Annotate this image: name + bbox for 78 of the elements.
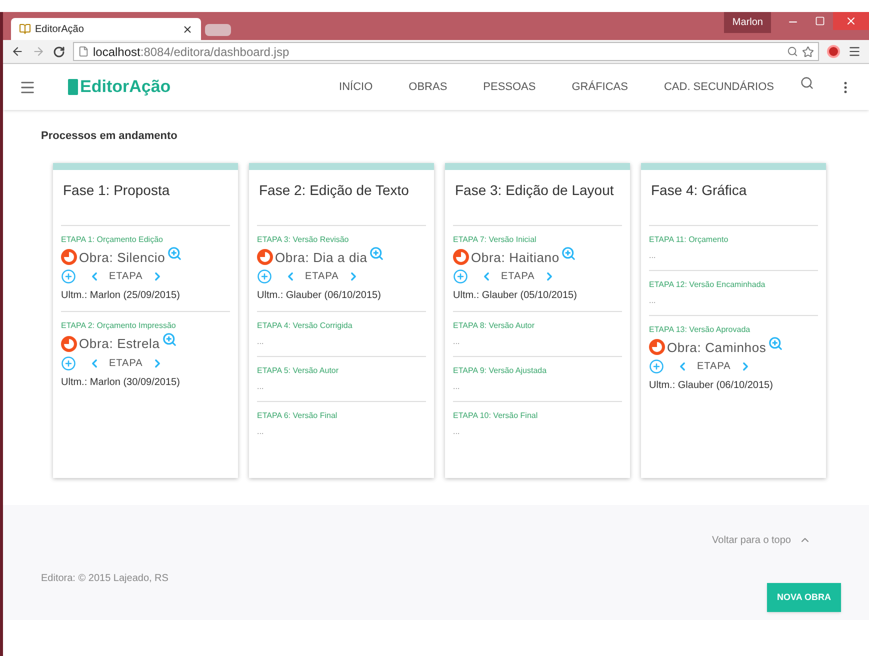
etapa-nav-label: ETAPA: [305, 270, 339, 284]
add-icon[interactable]: [257, 269, 272, 284]
last-update: Ultm.: Marlon (30/09/2015): [61, 376, 181, 390]
profile-user[interactable]: Marlon: [724, 12, 771, 33]
progress-clock-icon: [257, 249, 273, 266]
last-update: Ultm.: Glauber (06/10/2015): [649, 379, 774, 393]
nav-link[interactable]: OBRAS: [408, 78, 448, 96]
copyright: Editora: © 2015 Lajeado, RS: [41, 572, 168, 586]
nav-link[interactable]: INÍCIO: [339, 78, 373, 96]
phase-title: Fase 4: Gráfica: [649, 170, 818, 226]
add-icon[interactable]: [649, 359, 664, 374]
empty-note: ...: [453, 426, 461, 438]
obra-name: Obra: Silencio: [79, 248, 166, 266]
etapa-nav-label: ETAPA: [697, 360, 731, 374]
phase-title: Fase 1: Proposta: [61, 170, 230, 226]
zoom-in-icon[interactable]: [167, 246, 182, 261]
forward-icon[interactable]: [32, 45, 45, 58]
address-bar[interactable]: localhost:8084/editora/dashboard.jsp: [73, 42, 819, 61]
close-window-button[interactable]: [833, 12, 869, 30]
etapa-label: ETAPA 2: Orçamento Impressão: [61, 320, 177, 332]
zoom-in-icon[interactable]: [561, 246, 576, 261]
zoom-in-icon[interactable]: [369, 246, 384, 261]
phase-title: Fase 2: Edição de Texto: [257, 170, 426, 226]
etapa-label: ETAPA 7: Versão Inicial: [453, 234, 538, 246]
empty-note: ...: [257, 381, 265, 393]
etapa-nav-label: ETAPA: [109, 270, 143, 284]
progress-clock-icon: [61, 336, 77, 352]
empty-note: ...: [453, 336, 461, 348]
etapa-label: ETAPA 12: Versão Encaminhada: [649, 278, 766, 290]
etapa-nav-label: ETAPA: [109, 356, 143, 370]
section-title: Processos em andamento: [41, 129, 178, 144]
nav-link[interactable]: PESSOAS: [483, 78, 536, 96]
back-icon[interactable]: [11, 45, 24, 58]
nav-link[interactable]: GRÁFICAS: [572, 78, 628, 96]
obra-name: Obra: Haitiano: [471, 248, 560, 266]
etapa-label: ETAPA 3: Versão Revisão: [257, 234, 350, 246]
zoom-in-icon[interactable]: [768, 336, 784, 351]
obra-name: Obra: Caminhos: [667, 338, 766, 356]
last-update: Ultm.: Marlon (25/09/2015): [61, 289, 181, 303]
last-update: Ultm.: Glauber (06/10/2015): [257, 289, 382, 303]
empty-note: ...: [257, 426, 265, 438]
add-icon[interactable]: [453, 269, 468, 284]
obra-name: Obra: Estrela: [79, 335, 160, 353]
empty-note: ...: [649, 250, 657, 262]
etapa-label: ETAPA 13: Versão Aprovada: [649, 324, 752, 336]
etapa-label: ETAPA 1: Orçamento Edição: [61, 234, 164, 246]
close-tab-icon[interactable]: [182, 24, 193, 34]
progress-clock-icon: [649, 339, 665, 356]
search-icon[interactable]: [800, 76, 814, 90]
empty-note: ...: [257, 336, 265, 348]
add-icon[interactable]: [61, 269, 76, 284]
reload-icon[interactable]: [53, 46, 65, 58]
tab-favicon-icon: [19, 23, 31, 35]
etapa-label: ETAPA 6: Versão Final: [257, 410, 338, 422]
extension-icon[interactable]: [827, 45, 840, 58]
progress-clock-icon: [61, 249, 77, 266]
close-icon: [845, 15, 857, 27]
phase-title: Fase 3: Edição de Layout: [453, 170, 622, 226]
etapa-label: ETAPA 8: Versão Autor: [453, 320, 536, 332]
etapa-label: ETAPA 9: Versão Ajustada: [453, 365, 548, 377]
etapa-label: ETAPA 4: Versão Corrigida: [257, 320, 354, 332]
empty-note: ...: [453, 381, 461, 393]
obra-name: Obra: Dia a dia: [275, 248, 368, 266]
browser-menu-icon[interactable]: [848, 45, 861, 58]
last-update: Ultm.: Glauber (05/10/2015): [453, 289, 578, 303]
add-icon[interactable]: [61, 356, 76, 370]
new-tab-button[interactable]: [205, 24, 231, 36]
empty-note: ...: [649, 294, 657, 306]
browser-tab[interactable]: EditorAção: [11, 18, 201, 40]
tab-title: EditorAção: [35, 22, 85, 36]
etapa-nav-label: ETAPA: [501, 270, 535, 284]
maximize-icon[interactable]: [815, 16, 825, 26]
progress-clock-icon: [453, 249, 469, 266]
zoom-in-icon[interactable]: [162, 332, 177, 348]
etapa-label: ETAPA 11: Orçamento: [649, 234, 730, 246]
etapa-label: ETAPA 5: Versão Autor: [257, 365, 340, 377]
etapa-label: ETAPA 10: Versão Final: [453, 410, 539, 422]
nav-link[interactable]: CAD. SECUNDÁRIOS: [664, 78, 774, 96]
